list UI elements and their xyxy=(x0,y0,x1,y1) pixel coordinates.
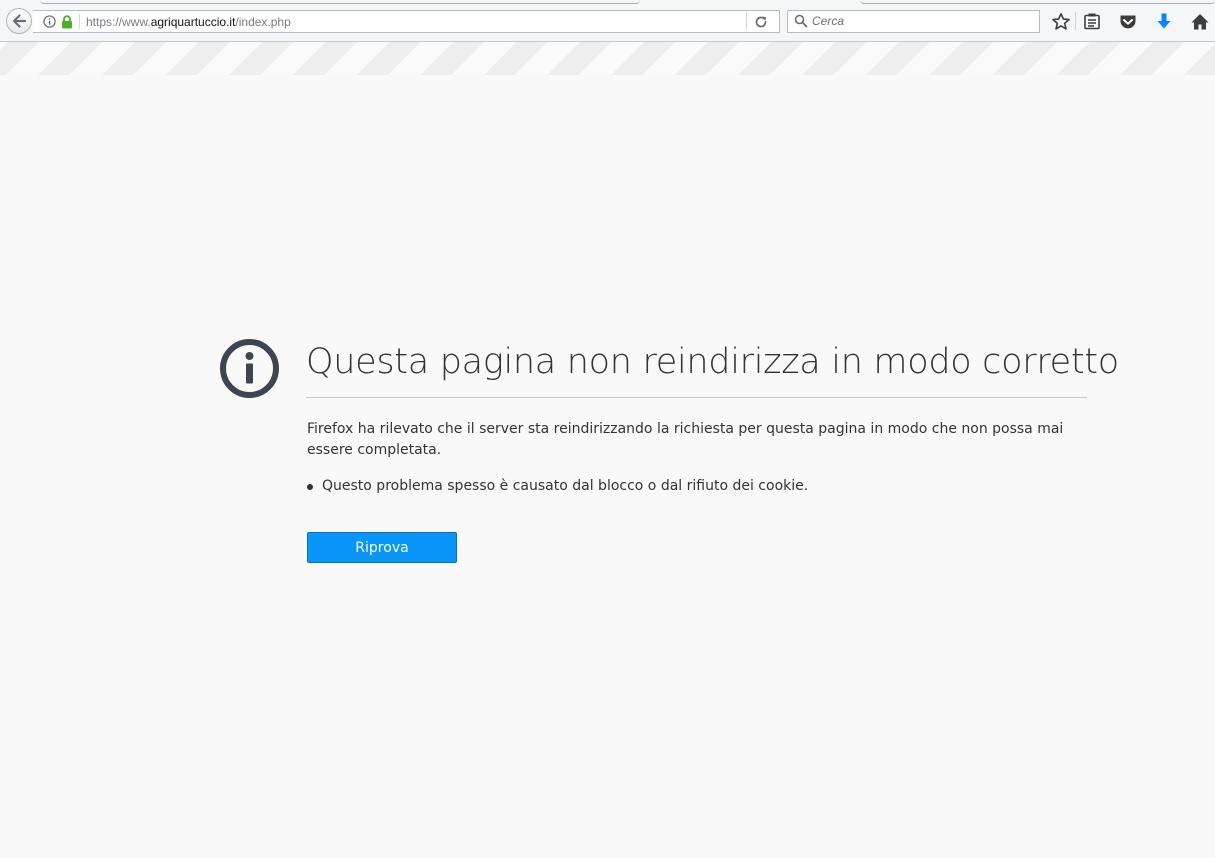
search-input[interactable] xyxy=(812,13,1032,29)
back-button[interactable] xyxy=(6,8,32,34)
error-hints-list: Questo problema spesso è causato dal blo… xyxy=(307,476,808,497)
reload-button[interactable] xyxy=(753,14,773,30)
tab-edge xyxy=(860,0,1215,4)
reload-separator xyxy=(746,13,747,30)
info-icon[interactable] xyxy=(43,15,56,28)
url-bar[interactable]: https://www.agriquartuccio.it/index.php xyxy=(33,10,780,33)
error-stripe-banner xyxy=(0,42,1215,75)
downloads-button[interactable] xyxy=(1153,11,1175,33)
home-icon xyxy=(1191,14,1209,30)
star-icon xyxy=(1052,13,1070,30)
tab-edge xyxy=(40,0,640,4)
url-path: /index.php xyxy=(235,15,291,29)
pocket-icon xyxy=(1120,15,1136,29)
list-item: Questo problema spesso è causato dal blo… xyxy=(307,476,808,497)
url-prefix: https://www. xyxy=(86,15,151,29)
lock-icon[interactable] xyxy=(61,15,73,29)
home-button[interactable] xyxy=(1189,11,1211,33)
library-button[interactable] xyxy=(1081,11,1103,33)
search-icon xyxy=(794,14,808,28)
download-arrow-icon xyxy=(1157,13,1171,29)
url-text[interactable]: https://www.agriquartuccio.it/index.php xyxy=(86,14,291,30)
bookmark-button[interactable] xyxy=(1050,11,1072,33)
bullet-icon xyxy=(307,484,313,490)
browser-toolbar: https://www.agriquartuccio.it/index.php xyxy=(0,0,1215,42)
error-info-icon xyxy=(220,339,279,398)
back-arrow-icon xyxy=(12,14,26,28)
toolbar-separator xyxy=(1075,12,1076,30)
list-item-text: Questo problema spesso è causato dal blo… xyxy=(322,478,809,494)
search-bar[interactable] xyxy=(787,10,1040,33)
url-host: agriquartuccio.it xyxy=(150,15,236,29)
reload-icon xyxy=(755,16,767,28)
retry-button[interactable]: Riprova xyxy=(307,532,457,563)
error-title: Questa pagina non reindirizza in modo co… xyxy=(306,342,1119,382)
reading-list-icon xyxy=(1084,13,1100,30)
error-description: Firefox ha rilevato che il server sta re… xyxy=(307,421,1064,458)
url-divider xyxy=(79,14,80,29)
pocket-button[interactable] xyxy=(1117,11,1139,33)
title-divider xyxy=(306,397,1087,398)
